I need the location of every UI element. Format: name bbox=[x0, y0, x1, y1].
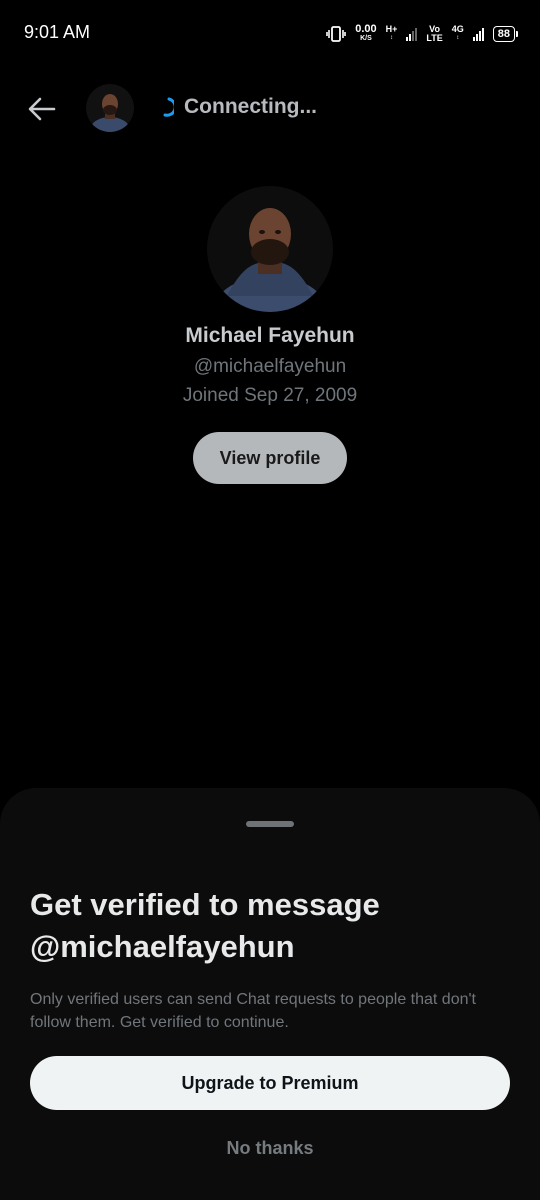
network-speed-unit: K/S bbox=[360, 35, 372, 42]
connection-status-text: Connecting... bbox=[184, 95, 317, 118]
vibrate-icon bbox=[326, 26, 347, 42]
status-time: 9:01 AM bbox=[24, 22, 91, 42]
network-type-4g-label: 4G bbox=[451, 24, 464, 34]
connection-status: Connecting... bbox=[160, 95, 317, 119]
battery-tip bbox=[516, 31, 518, 37]
profile-name: Michael Fayehun bbox=[185, 324, 355, 347]
volte-indicator: Vo LTE bbox=[426, 25, 442, 43]
hplus-signal-icon: ↕ bbox=[390, 35, 393, 41]
signal-icon-sim1 bbox=[406, 27, 418, 41]
volte-bottom-label: LTE bbox=[426, 33, 443, 43]
profile-joined-date: Joined Sep 27, 2009 bbox=[182, 385, 358, 406]
header-avatar[interactable] bbox=[86, 84, 134, 132]
battery-icon: 88 bbox=[492, 26, 518, 42]
profile-avatar[interactable] bbox=[207, 186, 333, 312]
sheet-drag-handle[interactable] bbox=[246, 821, 294, 827]
status-bar: 9:01 AM 0.00 K/S H+ ↕ Vo LTE 4G ↕ 88 bbox=[0, 0, 540, 68]
chat-screen: 9:01 AM 0.00 K/S H+ ↕ Vo LTE 4G ↕ 88 Con… bbox=[0, 0, 540, 1200]
4g-data-icon: ↕ bbox=[456, 35, 460, 41]
verification-bottom-sheet: Get verified to message @michaelfayehun … bbox=[0, 788, 540, 1200]
upgrade-to-premium-button[interactable]: Upgrade to Premium bbox=[30, 1056, 510, 1110]
no-thanks-button[interactable]: No thanks bbox=[0, 1138, 540, 1159]
status-icons: 0.00 K/S H+ ↕ Vo LTE 4G ↕ 88 bbox=[326, 22, 518, 46]
sheet-title: Get verified to message @michaelfayehun bbox=[30, 887, 380, 964]
network-type-hplus-label: H+ bbox=[385, 24, 398, 34]
signal-icon-sim2 bbox=[472, 27, 484, 41]
back-arrow-icon[interactable] bbox=[26, 93, 58, 125]
network-speed-value: 0.00 bbox=[355, 23, 377, 35]
sheet-description: Only verified users can send Chat reques… bbox=[30, 991, 476, 1031]
loading-spinner-icon bbox=[163, 97, 174, 117]
network-type-4g: 4G ↕ bbox=[452, 25, 464, 43]
network-type-hplus: H+ ↕ bbox=[386, 25, 398, 43]
view-profile-button[interactable]: View profile bbox=[193, 432, 347, 484]
profile-handle: @michaelfayehun bbox=[193, 356, 347, 377]
network-speed: 0.00 K/S bbox=[355, 23, 377, 43]
battery-level: 88 bbox=[492, 26, 515, 42]
